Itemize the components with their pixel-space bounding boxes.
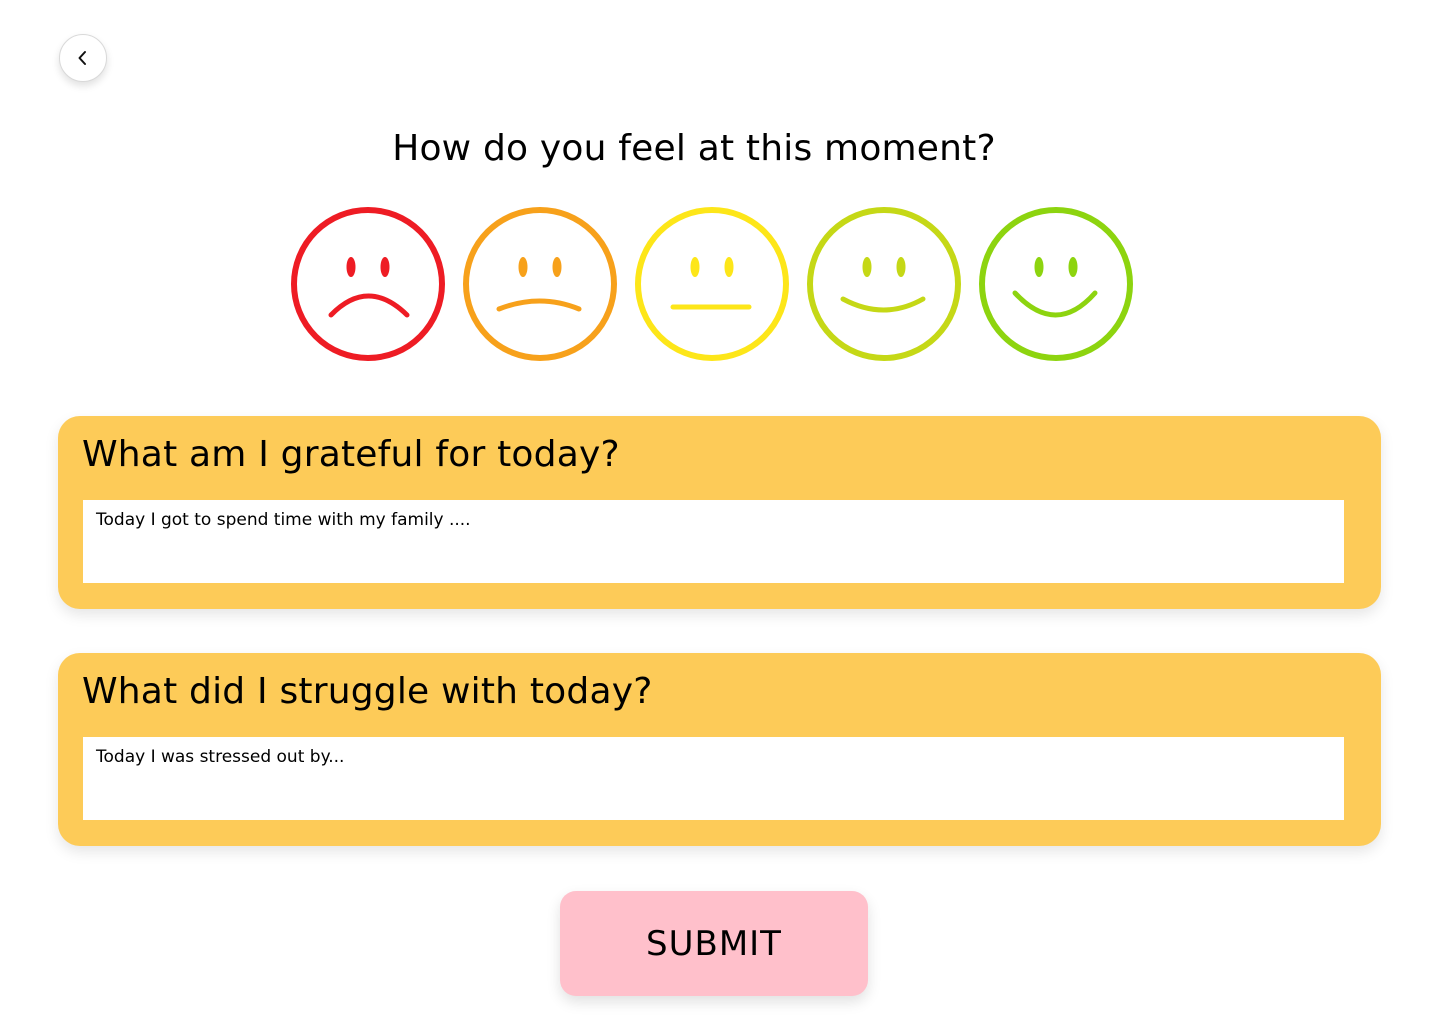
very-happy-face-icon (979, 207, 1133, 361)
chevron-left-icon (78, 51, 86, 65)
mood-option-very-sad[interactable] (289, 205, 447, 363)
journal-page: How do you feel at this moment? What am … (0, 0, 1440, 1024)
submit-button[interactable]: SUBMIT (560, 891, 868, 996)
grateful-title: What am I grateful for today? (82, 434, 620, 475)
back-button[interactable] (59, 34, 107, 82)
struggle-title: What did I struggle with today? (82, 671, 653, 712)
mood-option-happy[interactable] (805, 205, 963, 363)
mood-option-sad[interactable] (461, 205, 619, 363)
happy-face-icon (807, 207, 961, 361)
very-sad-face-icon (291, 207, 445, 361)
grateful-input[interactable] (83, 500, 1344, 583)
sad-face-icon (463, 207, 617, 361)
struggle-card: What did I struggle with today? (58, 653, 1381, 846)
mood-scale (289, 205, 1141, 365)
grateful-card: What am I grateful for today? (58, 416, 1381, 609)
mood-option-neutral[interactable] (633, 205, 791, 363)
mood-option-very-happy[interactable] (977, 205, 1135, 363)
neutral-face-icon (635, 207, 789, 361)
struggle-input[interactable] (83, 737, 1344, 820)
mood-question: How do you feel at this moment? (392, 128, 996, 169)
